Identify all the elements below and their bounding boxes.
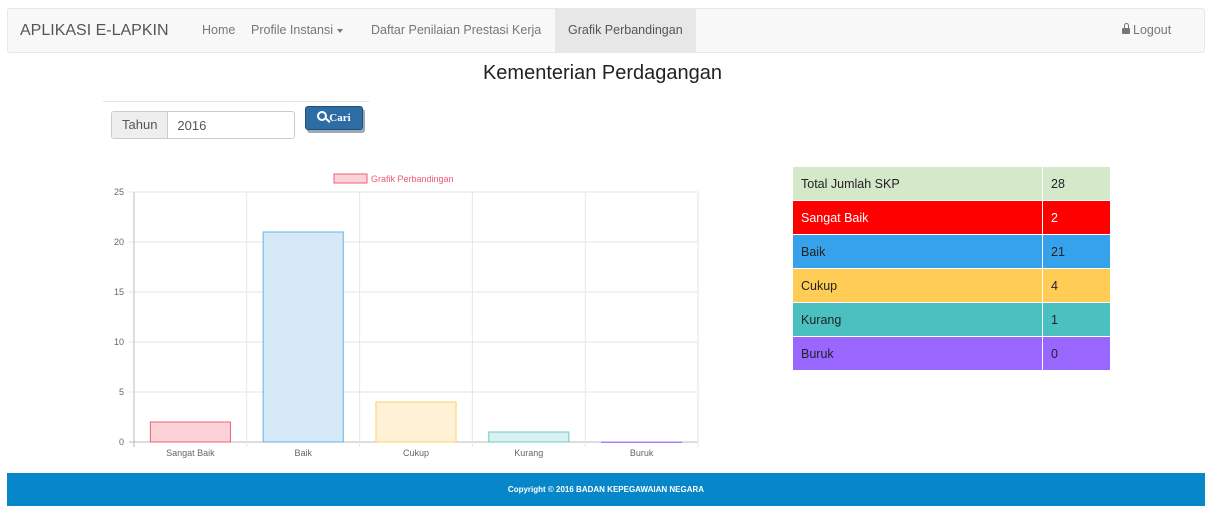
summary-label: Sangat Baik [792, 200, 1043, 235]
bar-cukup[interactable] [375, 401, 457, 443]
y-tick-label: 5 [119, 387, 124, 397]
search-icon [317, 111, 328, 121]
year-input-group: Tahun [111, 111, 295, 139]
divider [103, 101, 369, 102]
y-tick-label: 0 [119, 437, 124, 447]
bar-chart: 0 5 10 15 20 25 Sangat Baik Baik Cukup Kurang Buru… [114, 173, 699, 458]
year-input[interactable] [168, 112, 287, 138]
search-button[interactable]: Cari [305, 106, 363, 130]
summary-value: 1 [1042, 302, 1111, 337]
nav-home[interactable]: Home [202, 23, 235, 37]
y-tick-label: 10 [114, 337, 124, 347]
summary-row: Total Jumlah SKP 28 [792, 166, 1111, 201]
x-tick-label: Buruk [630, 448, 654, 458]
x-tick-label: Cukup [403, 448, 429, 458]
summary-table: Total Jumlah SKP 28 Sangat Baik 2 Baik 21 Cuku… [792, 166, 1111, 371]
y-tick-label: 15 [114, 287, 124, 297]
summary-value: 4 [1042, 268, 1111, 303]
summary-row: Baik 21 [792, 234, 1111, 269]
summary-value: 21 [1042, 234, 1111, 269]
bar-buruk[interactable] [601, 441, 683, 443]
year-label: Tahun [112, 112, 169, 138]
summary-label: Total Jumlah SKP [792, 166, 1043, 201]
x-tick-label: Sangat Baik [166, 448, 215, 458]
summary-row: Cukup 4 [792, 268, 1111, 303]
nav-grafik-perbandingan[interactable]: Grafik Perbandingan [555, 9, 696, 52]
legend-label: Grafik Perbandingan [371, 174, 454, 184]
summary-value: 28 [1042, 166, 1111, 201]
summary-row: Sangat Baik 2 [792, 200, 1111, 235]
footer: Copyright © 2016 BADAN KEPEGAWAIAN NEGAR… [7, 473, 1205, 506]
bar-kurang[interactable] [488, 431, 570, 443]
caret-down-icon [336, 28, 343, 33]
page-title: Kementerian Perdagangan [482, 62, 723, 84]
navbar: APLIKASI E-LAPKIN Home Profile Instansi … [7, 8, 1205, 53]
x-tick-label: Kurang [514, 448, 543, 458]
bar-sangat-baik[interactable] [149, 421, 231, 443]
chart-bars [149, 231, 683, 443]
lock-icon [1122, 23, 1130, 34]
copyright-text: Copyright © 2016 BADAN KEPEGAWAIAN NEGAR… [507, 485, 705, 494]
search-button-label: Cari [329, 112, 351, 124]
summary-value: 0 [1042, 336, 1111, 371]
legend-swatch [333, 173, 368, 184]
bar-baik[interactable] [262, 231, 344, 443]
summary-row: Buruk 0 [792, 336, 1111, 371]
summary-label: Baik [792, 234, 1043, 269]
summary-value: 2 [1042, 200, 1111, 235]
x-tick-label: Baik [294, 448, 312, 458]
y-tick-label: 25 [114, 187, 124, 197]
nav-profile-instansi-label: Profile Instansi [251, 23, 333, 37]
logout-label: Logout [1133, 23, 1172, 37]
chart-legend[interactable]: Grafik Perbandingan [333, 173, 454, 184]
y-tick-label: 20 [114, 237, 124, 247]
brand-link[interactable]: APLIKASI E-LAPKIN [20, 22, 169, 40]
nav-daftar-penilaian[interactable]: Daftar Penilaian Prestasi Kerja [371, 23, 541, 37]
logout-link[interactable]: Logout [1122, 23, 1171, 37]
summary-label: Cukup [792, 268, 1043, 303]
nav-profile-instansi[interactable]: Profile Instansi [251, 23, 343, 37]
summary-label: Kurang [792, 302, 1043, 337]
summary-label: Buruk [792, 336, 1043, 371]
summary-row: Kurang 1 [792, 302, 1111, 337]
